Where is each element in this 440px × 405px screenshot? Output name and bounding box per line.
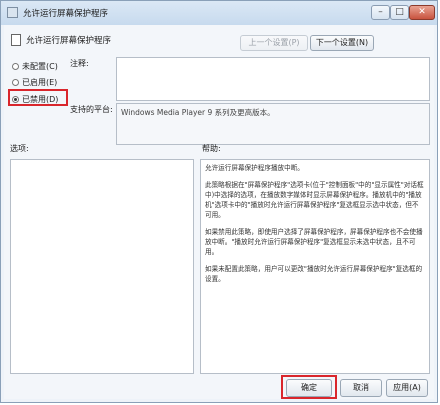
radio-label: 已启用(E): [22, 78, 58, 87]
help-paragraph: 允许运行屏幕保护程序播放中断。: [205, 164, 304, 172]
maximize-button[interactable]: □: [390, 5, 409, 20]
setting-icon: [11, 34, 21, 46]
app-icon: [7, 7, 18, 18]
options-label: 选项:: [10, 144, 29, 153]
radio-enabled[interactable]: 已启用(E): [12, 77, 57, 88]
apply-button[interactable]: 应用(A): [386, 379, 428, 397]
comment-field[interactable]: [116, 57, 430, 101]
help-paragraph: 此策略根据在"屏幕保护程序"选项卡(位于"控制面板"中的"显示属性"对话框中)中…: [205, 181, 424, 219]
options-panel: [10, 159, 194, 374]
comment-label: 注释:: [70, 59, 89, 68]
help-paragraph: 如果禁用此策略，即使用户选择了屏幕保护程序，屏幕保护程序也不会使播放中断。"播放…: [205, 228, 423, 256]
radio-circle-icon: [12, 79, 19, 86]
supported-platforms-value: Windows Media Player 9 系列及更高版本。: [121, 108, 275, 117]
help-panel[interactable]: 允许运行屏幕保护程序播放中断。 此策略根据在"屏幕保护程序"选项卡(位于"控制面…: [200, 159, 430, 374]
help-paragraph: 如果未配置此策略，用户可以更改"播放时允许运行屏幕保护程序"复选框的设置。: [205, 265, 423, 283]
radio-circle-icon: [12, 63, 19, 70]
setting-title: 允许运行屏幕保护程序: [26, 36, 112, 46]
supported-label: 支持的平台:: [70, 105, 113, 114]
highlight-box: [281, 375, 337, 399]
next-setting-button[interactable]: 下一个设置(N): [310, 35, 374, 51]
cancel-button[interactable]: 取消: [340, 379, 382, 397]
radio-not-configured[interactable]: 未配置(C): [12, 61, 58, 72]
highlight-box: [8, 89, 68, 106]
close-button[interactable]: ✕: [409, 5, 435, 20]
title-bar[interactable]: 允许运行屏幕保护程序 – □ ✕: [1, 1, 437, 25]
help-label: 帮助:: [202, 144, 221, 153]
dialog-content: 允许运行屏幕保护程序 上一个设置(P) 下一个设置(N) 未配置(C) 已启用(…: [4, 25, 434, 399]
radio-label: 未配置(C): [22, 62, 58, 71]
policy-dialog: 允许运行屏幕保护程序 – □ ✕ 允许运行屏幕保护程序 上一个设置(P) 下一个…: [0, 0, 438, 403]
window-title: 允许运行屏幕保护程序: [23, 9, 109, 19]
supported-platforms-field: Windows Media Player 9 系列及更高版本。: [116, 103, 430, 145]
minimize-button[interactable]: –: [371, 5, 390, 20]
previous-setting-button[interactable]: 上一个设置(P): [240, 35, 308, 51]
help-text: 允许运行屏幕保护程序播放中断。 此策略根据在"屏幕保护程序"选项卡(位于"控制面…: [201, 160, 429, 294]
